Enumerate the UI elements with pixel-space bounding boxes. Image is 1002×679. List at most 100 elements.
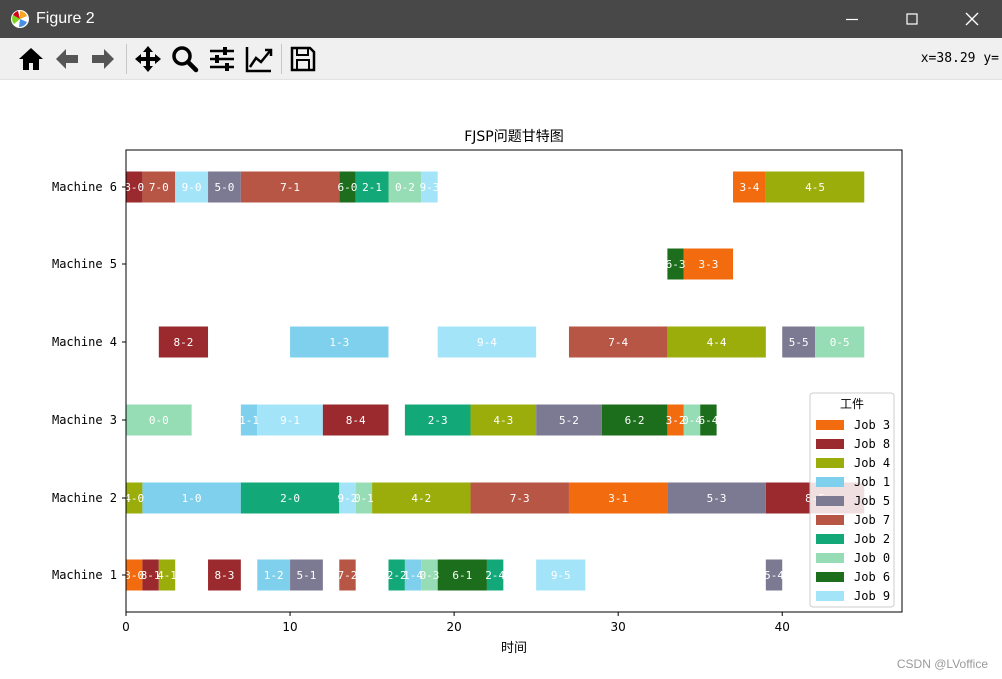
bar-label: 0-2: [395, 181, 415, 194]
home-button[interactable]: [15, 43, 47, 75]
zoom-button[interactable]: [169, 43, 201, 75]
bar-label: 4-4: [707, 336, 727, 349]
bar-label: 7-0: [149, 181, 169, 194]
close-button[interactable]: [942, 0, 1002, 38]
legend-entry: Job 4: [854, 456, 890, 470]
minimize-icon: [846, 18, 858, 21]
y-tick-label: Machine 1: [52, 568, 117, 582]
bar-label: 9-3: [420, 181, 440, 194]
x-tick-label: 40: [775, 620, 790, 634]
legend-swatch: [816, 420, 844, 430]
subplots-config-icon: [210, 47, 234, 71]
x-tick-label: 20: [446, 620, 461, 634]
legend-entry: Job 6: [854, 570, 890, 584]
back-button[interactable]: [51, 43, 83, 75]
legend-swatch: [816, 591, 844, 601]
bar-label: 6-4: [698, 414, 718, 427]
y-tick-label: Machine 2: [52, 491, 117, 505]
forward-button[interactable]: [87, 43, 119, 75]
edit-axes-button[interactable]: [243, 43, 275, 75]
bar-label: 4-5: [805, 181, 825, 194]
legend-title: 工件: [840, 397, 864, 411]
chart-title: FJSP问题甘特图: [464, 129, 564, 145]
legend-entry: Job 2: [854, 532, 890, 546]
axes-edit-icon: [245, 47, 273, 73]
legend-entry: Job 8: [854, 437, 890, 451]
bar-label: 0-3: [420, 569, 440, 582]
bar-label: 4-1: [157, 569, 177, 582]
save-icon: [290, 46, 316, 72]
x-tick-label: 30: [611, 620, 626, 634]
legend-swatch: [816, 439, 844, 449]
bar-label: 2-0: [280, 492, 300, 505]
watermark-text: CSDN @LVoffice: [896, 657, 988, 671]
zoom-icon: [172, 46, 199, 73]
bar-label: 5-4: [764, 569, 784, 582]
legend-swatch: [816, 496, 844, 506]
minimize-button[interactable]: [822, 0, 882, 38]
legend-swatch: [816, 477, 844, 487]
x-axis-label: 时间: [501, 641, 527, 656]
bar-label: 4-2: [411, 492, 431, 505]
bar-label: 5-2: [559, 414, 579, 427]
plot-area: [126, 150, 902, 612]
bar-label: 8-2: [173, 336, 193, 349]
bar-label: 1-1: [239, 414, 259, 427]
bar-label: 9-1: [280, 414, 300, 427]
close-icon: [965, 12, 979, 26]
bar-label: 1-2: [264, 569, 284, 582]
bar-label: 7-3: [510, 492, 530, 505]
bar-label: 7-1: [280, 181, 300, 194]
legend-entry: Job 1: [854, 475, 890, 489]
toolbar-separator: [126, 44, 127, 74]
bar-label: 5-5: [789, 336, 809, 349]
title-bar[interactable]: Figure 2: [0, 0, 1002, 38]
bar-label: 9-0: [182, 181, 202, 194]
x-tick-label: 10: [282, 620, 297, 634]
bar-label: 1-3: [329, 336, 349, 349]
bar-label: 4-0: [124, 492, 144, 505]
figure-window: Figure 2 x=38.29 y= 8-0 7-0 9-0 5-0 7-1 …: [0, 0, 1002, 679]
bar-label: 2-4: [485, 569, 505, 582]
y-tick-label: Machine 4: [52, 335, 117, 349]
legend-entry: Job 5: [854, 494, 890, 508]
bar-label: 2-3: [428, 414, 448, 427]
bar-label: 6-3: [666, 258, 686, 271]
y-tick-label: Machine 5: [52, 257, 117, 271]
window-title: Figure 2: [36, 10, 95, 27]
bar-label: 9-5: [551, 569, 571, 582]
bar-label: 3-3: [698, 258, 718, 271]
bar-label: 0-0: [149, 414, 169, 427]
forward-arrow-icon: [92, 49, 114, 69]
bar-label: 8-3: [214, 569, 234, 582]
home-icon: [19, 48, 43, 70]
bar-label: 8-4: [346, 414, 366, 427]
bar-label: 1-0: [182, 492, 202, 505]
maximize-button[interactable]: [882, 0, 942, 38]
legend-swatch: [816, 515, 844, 525]
bar-label: 9-4: [477, 336, 497, 349]
bar-label: 0-1: [354, 492, 374, 505]
bar-label: 3-1: [608, 492, 628, 505]
app-icon: [11, 10, 29, 28]
bar-label: 6-2: [625, 414, 645, 427]
y-tick-label: Machine 6: [52, 180, 117, 194]
legend-swatch: [816, 458, 844, 468]
save-button[interactable]: [287, 43, 319, 75]
bar-label: 2-1: [362, 181, 382, 194]
bar-label: 4-3: [493, 414, 513, 427]
legend-entry: Job 0: [854, 551, 890, 565]
bar-label: 8-0: [124, 181, 144, 194]
configure-subplots-button[interactable]: [206, 43, 238, 75]
legend-swatch: [816, 534, 844, 544]
bar-label: 5-3: [707, 492, 727, 505]
coordinate-readout: x=38.29 y=: [920, 51, 999, 66]
toolbar-separator: [281, 44, 282, 74]
legend-swatch: [816, 572, 844, 582]
navigation-toolbar: x=38.29 y=: [0, 38, 1002, 80]
pan-button[interactable]: [132, 43, 164, 75]
bar-label: 3-4: [739, 181, 759, 194]
gantt-chart[interactable]: 8-0 7-0 9-0 5-0 7-1 6-0 2-1 0-2 9-3 3-4 4-5 6-3 3-3 8…: [0, 80, 1002, 679]
bar-label: 6-1: [452, 569, 472, 582]
y-tick-label: Machine 3: [52, 413, 117, 427]
